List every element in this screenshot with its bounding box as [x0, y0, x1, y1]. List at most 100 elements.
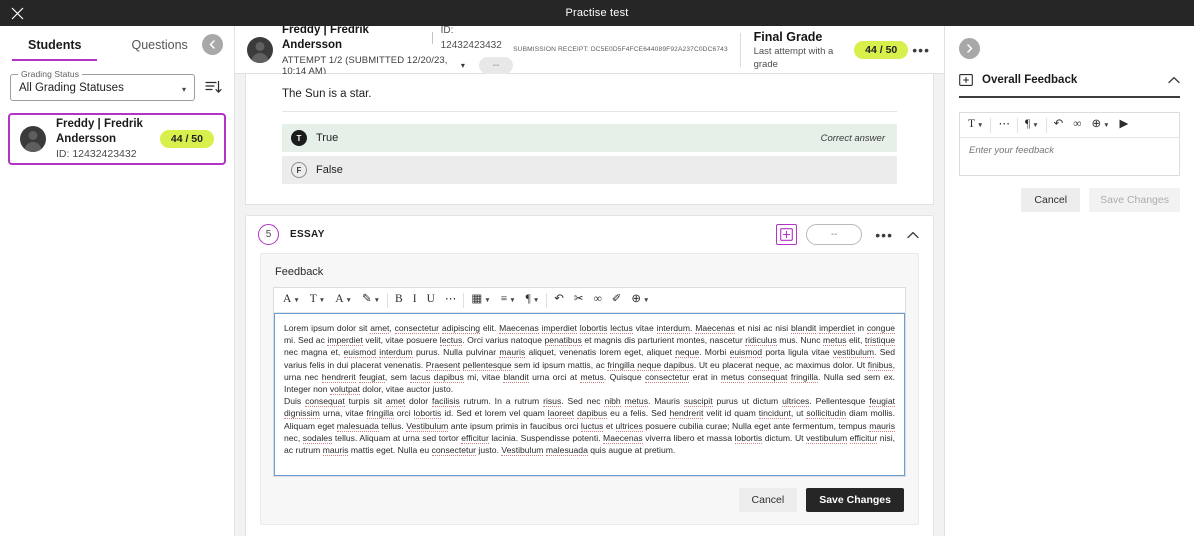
- underline-icon-glyph: U: [427, 294, 435, 306]
- save-changes-button[interactable]: Save Changes: [806, 488, 904, 512]
- toolbar-divider: [1017, 118, 1018, 133]
- misspelled-word: pellentesque: [463, 360, 512, 371]
- text-color-icon[interactable]: ✎▼: [357, 290, 385, 310]
- question-collapse-button[interactable]: [897, 231, 923, 239]
- feedback-paragraph-1: Lorem ipsum dolor sit amet, consectetur …: [284, 322, 895, 395]
- misspelled-word: mauris: [869, 421, 895, 432]
- link-icon[interactable]: ∞: [1068, 115, 1086, 135]
- misspelled-word: volutpat: [330, 384, 360, 395]
- overall-feedback-collapse-button[interactable]: [1168, 76, 1180, 84]
- grading-status-select[interactable]: Grading Status All Grading Statuses ▾: [10, 74, 195, 101]
- attach-icon[interactable]: ✐: [607, 290, 627, 310]
- question-score-pill[interactable]: --: [806, 224, 862, 245]
- misspelled-word: metus: [721, 372, 744, 383]
- more-formatting-icon[interactable]: ⋯: [993, 115, 1015, 135]
- sort-button[interactable]: [202, 77, 224, 99]
- cancel-button[interactable]: Cancel: [1021, 188, 1080, 212]
- italic-icon[interactable]: I: [408, 290, 422, 310]
- bold-icon-glyph: B: [395, 294, 403, 306]
- misspelled-word: interdum: [379, 347, 412, 358]
- question-text: The Sun is a star.: [282, 88, 897, 111]
- window-topbar: Practise test: [0, 0, 1194, 26]
- misspelled-word: neque: [675, 347, 699, 358]
- submission-header: Freddy | Fredrik Andersson ID: 124324234…: [235, 26, 944, 74]
- more-formatting-icon[interactable]: ⋯: [440, 290, 462, 310]
- misspelled-word: sodales: [303, 433, 333, 444]
- more-formatting-icon-glyph: ⋯: [998, 119, 1010, 131]
- tab-questions[interactable]: Questions: [125, 34, 193, 61]
- misspelled-word: lectus: [440, 335, 462, 346]
- right-panel: Overall Feedback T▼ ⋯ ¶▼↶∞⊕▼▶ Enter your f…: [944, 26, 1194, 536]
- chevron-down-icon: ▼: [643, 297, 649, 304]
- undo-icon[interactable]: ↶: [549, 290, 569, 310]
- rubric-add-button[interactable]: [776, 224, 797, 245]
- overall-feedback-input[interactable]: Enter your feedback: [960, 138, 1179, 175]
- overall-feedback-editor: T▼ ⋯ ¶▼↶∞⊕▼▶ Enter your feedback: [959, 112, 1180, 176]
- misspelled-word: metus: [625, 396, 648, 407]
- misspelled-word: malesuada: [337, 421, 379, 432]
- right-panel-expand-button[interactable]: [959, 38, 980, 59]
- paragraph-icon[interactable]: ¶▼: [1020, 115, 1044, 135]
- feedback-paragraph-2: Duis consequat turpis sit amet dolor fac…: [284, 395, 895, 456]
- undo-icon[interactable]: ↶: [1049, 115, 1069, 135]
- misspelled-word: imperdiet: [819, 323, 854, 334]
- misspelled-word: dignissim: [284, 408, 320, 419]
- correct-answer-tag: Correct answer: [821, 133, 885, 144]
- insert-icon[interactable]: ⊕▼: [626, 290, 654, 310]
- link-icon[interactable]: ∞: [589, 290, 607, 310]
- grading-status-label: Grading Status: [18, 69, 82, 79]
- underline-icon[interactable]: U: [422, 290, 440, 310]
- align-icon[interactable]: ≡▼: [496, 290, 521, 310]
- text-style-icon[interactable]: T▼: [963, 115, 988, 135]
- tab-students[interactable]: Students: [22, 34, 87, 61]
- table-icon[interactable]: ▦▼: [466, 290, 495, 310]
- misspelled-word: euismod: [344, 347, 376, 358]
- misspelled-word: consectetur: [432, 445, 476, 456]
- misspelled-word: vestibulum: [806, 433, 847, 444]
- grading-app: Practise test Students Questions Grading…: [0, 0, 1194, 536]
- chevron-down-icon[interactable]: ▾: [461, 61, 465, 70]
- insert-icon[interactable]: ⊕▼: [1086, 115, 1114, 135]
- submission-scroll-area[interactable]: The Sun is a star. T True Correct answer…: [235, 74, 944, 536]
- header-student-name: Freddy | Fredrik Andersson: [282, 23, 424, 53]
- header-student-id: ID: 12432423432: [441, 23, 514, 53]
- final-grade-block: Final Grade Last attempt with a grade: [754, 29, 843, 71]
- misspelled-word: Maecenas: [499, 323, 539, 334]
- misspelled-word: fringilla: [367, 408, 394, 419]
- media-icon[interactable]: ▶: [1115, 115, 1134, 135]
- answer-label: False: [316, 164, 885, 176]
- undo-icon-glyph: ↶: [554, 294, 564, 306]
- close-icon[interactable]: [4, 0, 30, 26]
- misspelled-word: tincidunt: [759, 408, 791, 419]
- question-more-button[interactable]: •••: [871, 227, 897, 243]
- cancel-button[interactable]: Cancel: [739, 488, 798, 512]
- chevron-down-icon: ▼: [1032, 122, 1038, 129]
- header-more-button[interactable]: •••: [908, 42, 934, 58]
- paragraph-icon[interactable]: ¶▼: [521, 290, 545, 310]
- feedback-actions: Cancel Save Changes: [273, 477, 906, 514]
- remove-link-icon[interactable]: ✂: [569, 290, 589, 310]
- overall-feedback-header: Overall Feedback: [959, 73, 1180, 98]
- student-list-item[interactable]: Freddy | Fredrik Andersson ID: 124324234…: [8, 113, 226, 165]
- misspelled-word: consequat: [748, 372, 788, 383]
- misspelled-word: Maecenas: [603, 433, 643, 444]
- misspelled-word: lobortis: [735, 433, 763, 444]
- toolbar-divider: [1046, 118, 1047, 133]
- chevron-down-icon: ▼: [293, 297, 299, 304]
- attempt-score-pill[interactable]: --: [479, 57, 513, 74]
- feedback-editor-panel: Feedback A▼T▼A▼✎▼BIU⋯▦▼≡▼¶▼↶✂∞✐⊕▼ Lorem …: [260, 253, 919, 525]
- sidebar-collapse-button[interactable]: [202, 34, 223, 55]
- misspelled-word: consectetur: [645, 372, 689, 383]
- text-style-icon[interactable]: A▼: [278, 290, 305, 310]
- submission-receipt: SUBMISSION RECEIPT: DC5E0D5F4FCE644089F9…: [513, 46, 728, 53]
- misspelled-word: ultrices: [616, 421, 643, 432]
- divider: [282, 111, 897, 112]
- font-size-icon[interactable]: A▼: [330, 290, 357, 310]
- left-sidebar: Students Questions Grading Status All Gr…: [0, 26, 235, 536]
- sidebar-tabs: Students Questions: [0, 26, 234, 66]
- misspelled-word: lobortis: [735, 433, 763, 444]
- misspelled-word: consequat: [305, 396, 345, 407]
- font-family-icon[interactable]: T▼: [305, 290, 330, 310]
- feedback-textarea[interactable]: Lorem ipsum dolor sit amet, consectetur …: [274, 313, 905, 476]
- bold-icon[interactable]: B: [390, 290, 408, 310]
